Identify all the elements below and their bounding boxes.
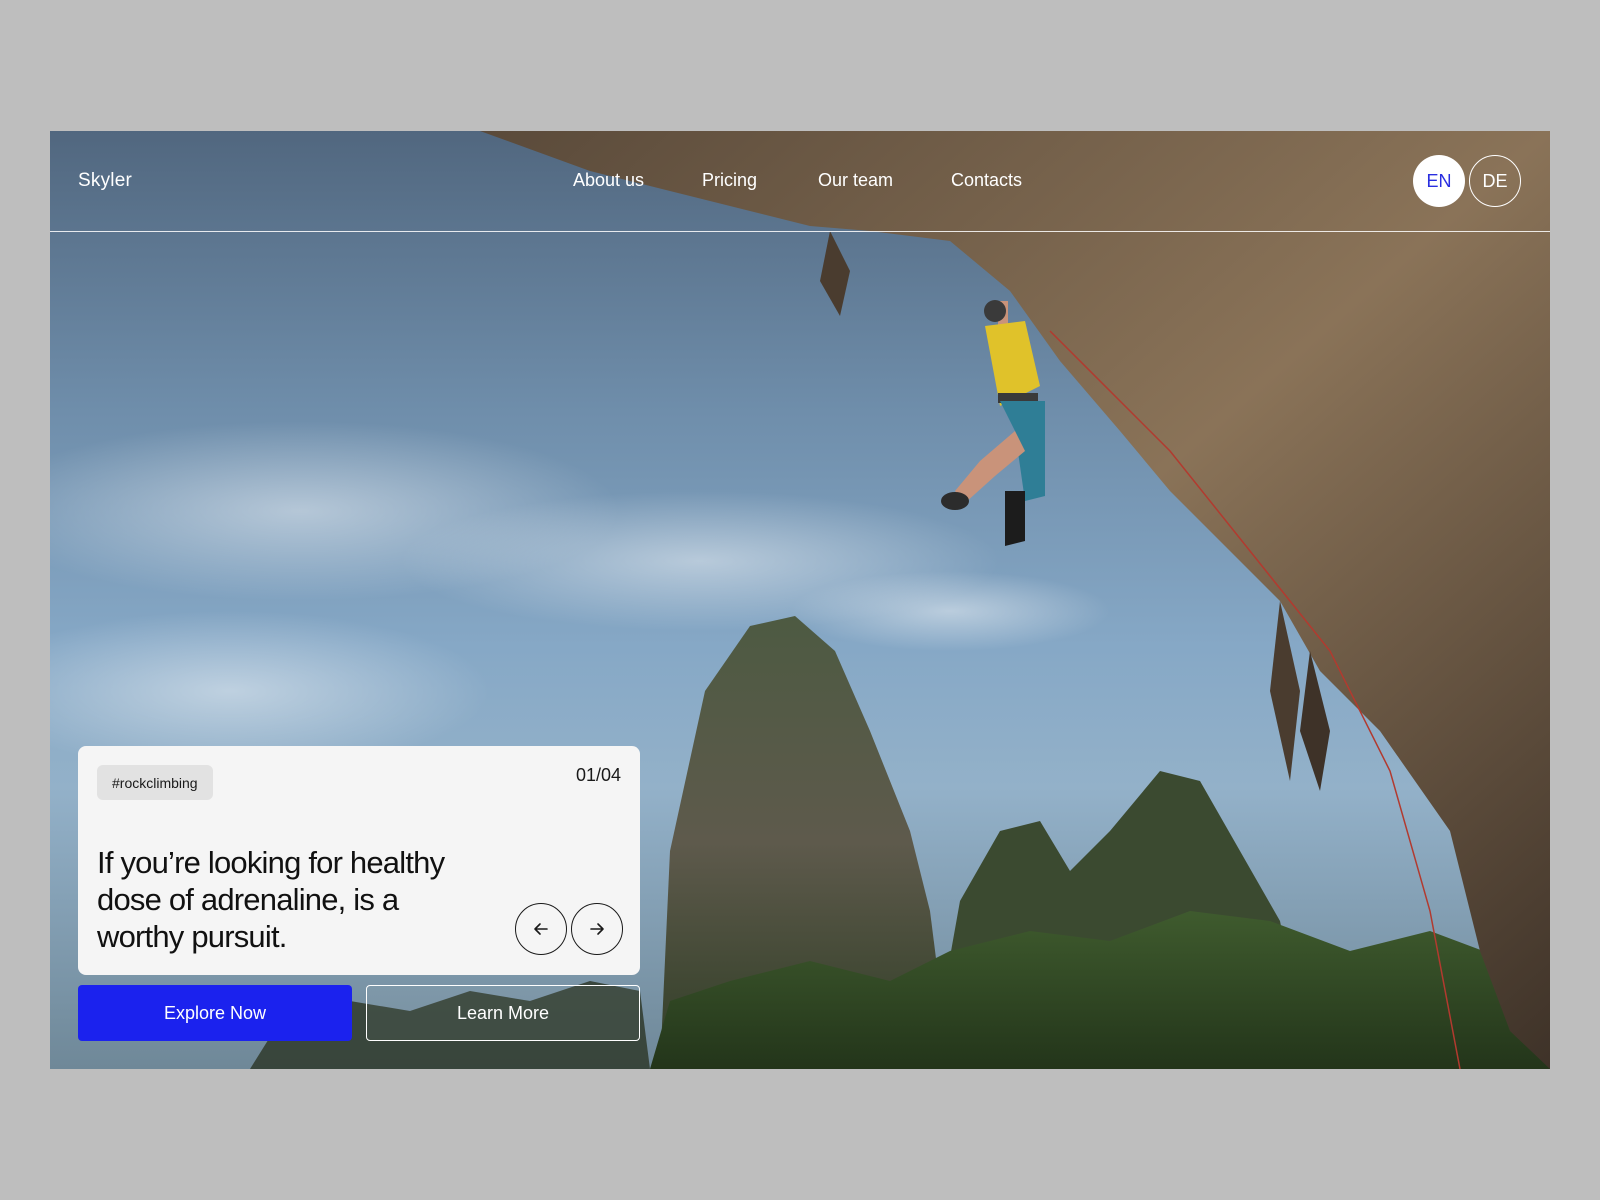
slide-counter: 01/04 — [575, 765, 621, 785]
learn-more-button[interactable]: Learn More — [366, 985, 640, 1041]
prev-slide-button[interactable] — [515, 903, 567, 955]
arrow-right-icon — [590, 923, 604, 935]
nav-link-about-us[interactable]: About us — [573, 170, 644, 191]
slide-headline: If you’re looking for healthy dose of ad… — [97, 845, 445, 954]
top-navigation: Skyler About us Pricing Our team Contact… — [50, 131, 1550, 232]
hero-section: Skyler About us Pricing Our team Contact… — [50, 131, 1550, 1069]
nav-links: About us Pricing Our team Contacts — [50, 170, 1550, 196]
arrow-left-icon — [534, 923, 548, 935]
hashtag-badge[interactable]: #rockclimbing — [97, 765, 213, 800]
nav-link-contacts[interactable]: Contacts — [951, 170, 1022, 191]
explore-now-button[interactable]: Explore Now — [78, 985, 352, 1041]
slide-info-card: #rockclimbing 01/04 If you’re looking fo… — [78, 746, 640, 975]
nav-link-pricing[interactable]: Pricing — [702, 170, 757, 191]
nav-link-our-team[interactable]: Our team — [818, 170, 893, 191]
language-button-de[interactable]: DE — [1469, 155, 1521, 207]
next-slide-button[interactable] — [571, 903, 623, 955]
language-button-en[interactable]: EN — [1413, 155, 1465, 207]
